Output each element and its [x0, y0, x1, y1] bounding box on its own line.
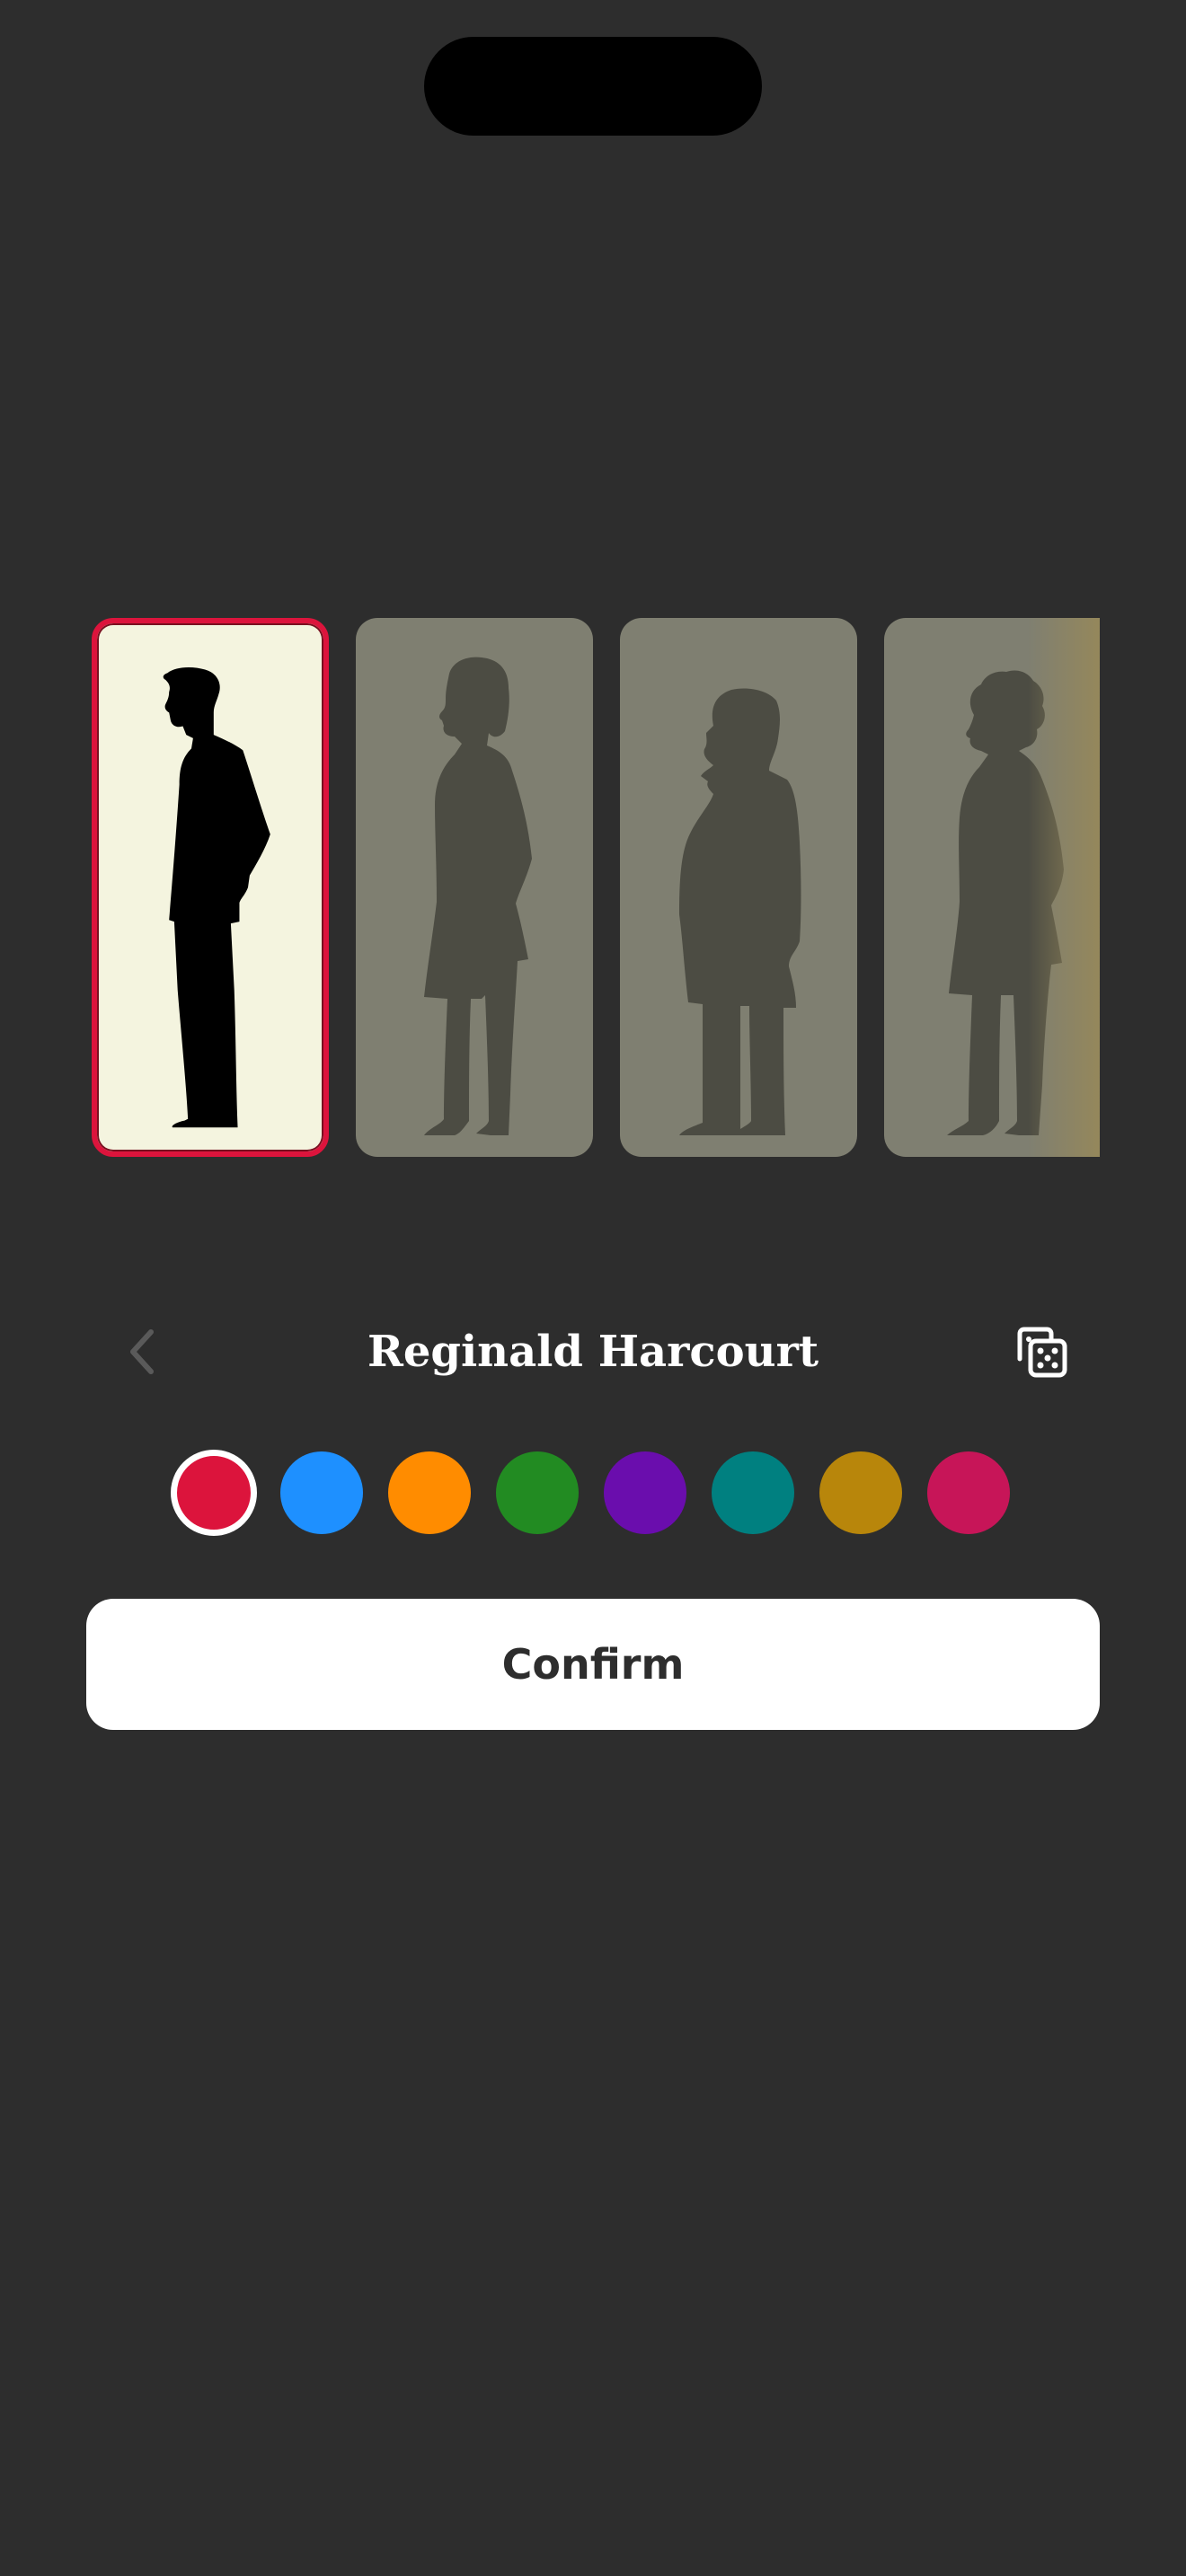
woman-bob-silhouette-icon [424, 657, 532, 1135]
man-stout-silhouette-icon [679, 688, 801, 1135]
character-card-4[interactable] [884, 618, 1100, 1157]
character-card-3[interactable] [620, 618, 857, 1157]
character-carousel[interactable] [0, 618, 1186, 1157]
color-swatch-4[interactable] [496, 1451, 579, 1534]
randomize-button[interactable] [1010, 1320, 1073, 1383]
color-swatch-7[interactable] [819, 1451, 902, 1534]
character-name-row: Reginald Harcourt [86, 1302, 1100, 1401]
color-swatch-8[interactable] [927, 1451, 1010, 1534]
dynamic-island [424, 37, 762, 136]
chevron-left-icon [130, 1329, 154, 1374]
color-swatches [171, 1450, 1015, 1536]
man-tall-silhouette-icon [163, 667, 270, 1128]
color-swatch-1[interactable] [171, 1450, 257, 1536]
dice-icon [1017, 1327, 1067, 1378]
color-swatch-5[interactable] [604, 1451, 686, 1534]
color-swatch-3[interactable] [388, 1451, 471, 1534]
color-swatch-6[interactable] [712, 1451, 794, 1534]
character-name: Reginald Harcourt [367, 1327, 819, 1377]
carousel-edge-fade [1028, 618, 1100, 1157]
character-card-2[interactable] [356, 618, 593, 1157]
confirm-button[interactable]: Confirm [86, 1599, 1100, 1730]
previous-button[interactable] [113, 1323, 171, 1381]
color-swatch-2[interactable] [280, 1451, 363, 1534]
character-card-1[interactable] [92, 618, 329, 1157]
